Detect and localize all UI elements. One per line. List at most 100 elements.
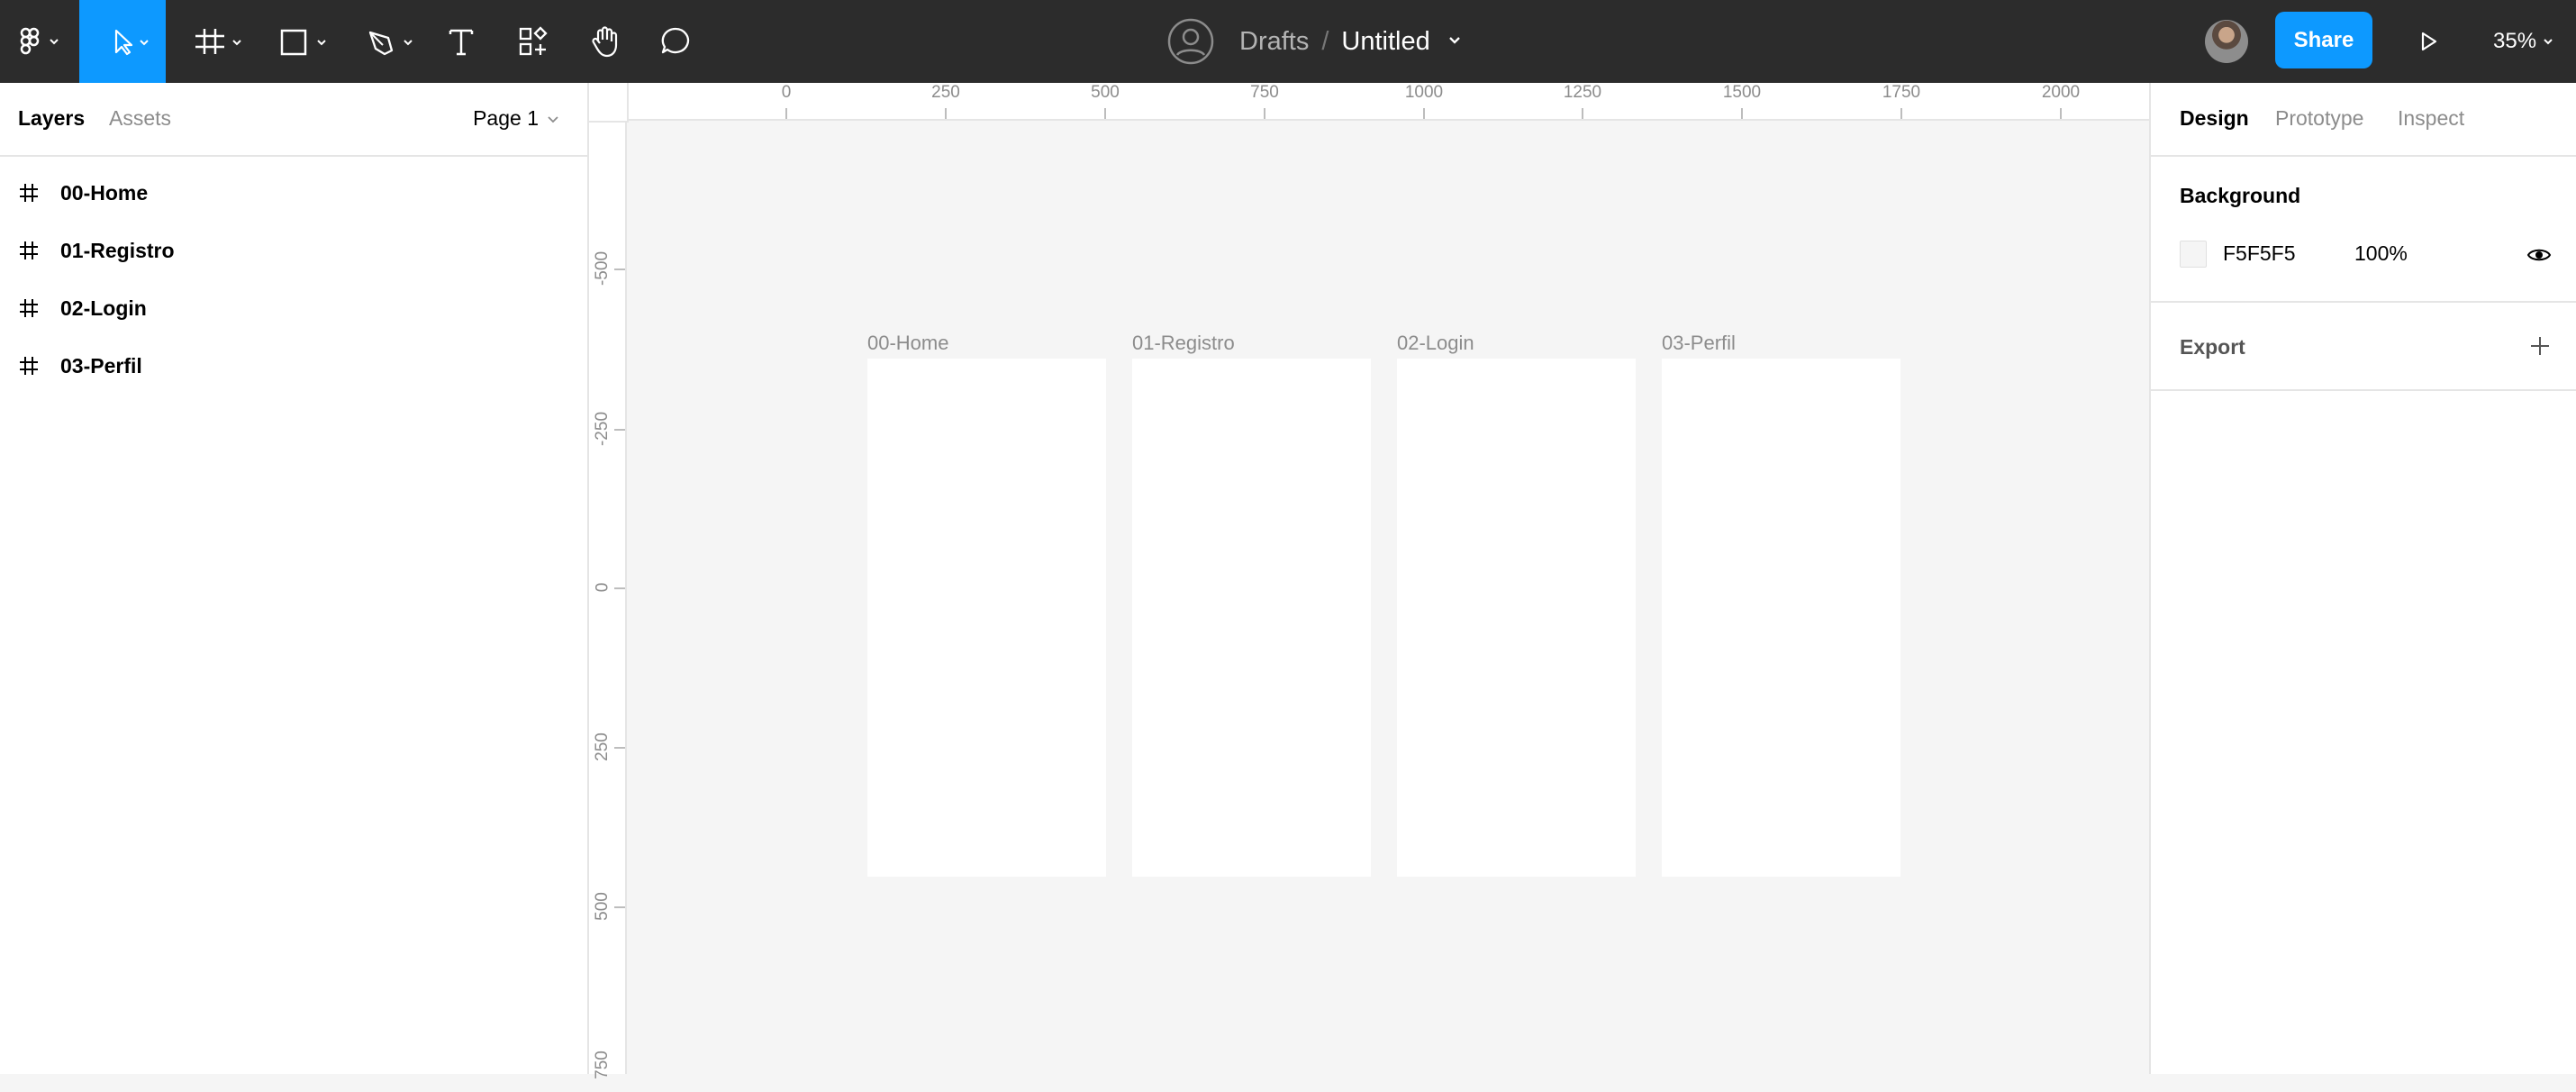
ruler-label: 750 <box>589 1038 616 1092</box>
chevron-down-icon[interactable] <box>1430 31 1466 52</box>
frame-layer-icon <box>20 241 38 259</box>
ruler-label-text: 500 <box>593 892 612 921</box>
tab-layers[interactable]: Layers <box>18 106 85 131</box>
background-section: Background F5F5F5 100% <box>2151 157 2576 303</box>
horizontal-ruler: 0 250 500 750 1000 1250 1500 1750 2000 <box>627 83 2149 121</box>
layers-panel-header: Layers Assets Page 1 <box>0 83 587 157</box>
background-hex-input[interactable]: F5F5F5 <box>2223 241 2296 266</box>
comment-bubble-icon <box>661 27 690 54</box>
tab-design[interactable]: Design <box>2180 106 2249 131</box>
frame-02-login[interactable] <box>1397 359 1636 877</box>
drafts-link[interactable]: Drafts <box>1239 27 1309 57</box>
ruler-label: 250 <box>589 720 616 774</box>
export-section: Export <box>2151 303 2576 391</box>
frame-label[interactable]: 02-Login <box>1397 332 1474 355</box>
figma-logo-icon <box>20 27 59 55</box>
frame-tool-button[interactable] <box>180 0 252 83</box>
ruler-tick <box>1900 108 1902 119</box>
canvas[interactable]: 0 250 500 750 1000 1250 1500 1750 2000 -… <box>589 83 2149 1079</box>
tab-prototype[interactable]: Prototype <box>2275 106 2363 131</box>
frame-label[interactable]: 00-Home <box>867 332 948 355</box>
play-icon <box>2421 32 2437 51</box>
file-breadcrumb: Drafts / Untitled <box>1167 0 1466 83</box>
zoom-dropdown[interactable]: 35% <box>2493 0 2558 83</box>
ruler-tick <box>785 108 787 119</box>
hand-icon <box>592 26 618 58</box>
ruler-label: 0 <box>589 560 616 614</box>
background-opacity-input[interactable]: 100% <box>2354 241 2408 266</box>
ruler-label-text: 0 <box>592 582 612 593</box>
cursor-arrow-icon <box>114 29 149 56</box>
ruler-label: 500 <box>1091 83 1120 102</box>
ruler-tick <box>1423 108 1425 119</box>
layer-row[interactable]: 02-Login <box>0 279 585 337</box>
ruler-tick <box>614 747 625 749</box>
ruler-tick <box>614 429 625 431</box>
ruler-label: 1500 <box>1722 83 1762 102</box>
tab-inspect[interactable]: Inspect <box>2398 106 2464 131</box>
ruler-label-text: 750 <box>593 1051 612 1079</box>
properties-tabs: Design Prototype Inspect <box>2151 83 2576 157</box>
ruler-tick <box>1104 108 1106 119</box>
ruler-tick <box>1741 108 1743 119</box>
pen-tool-button[interactable] <box>353 0 425 83</box>
text-tool-button[interactable] <box>436 0 486 83</box>
background-color-swatch[interactable] <box>2180 241 2207 268</box>
resources-components-icon <box>519 26 548 56</box>
ruler-label: 2000 <box>2041 83 2081 102</box>
page-label: Page 1 <box>473 106 539 130</box>
main-menu-button[interactable] <box>0 0 72 83</box>
ruler-tick <box>945 108 947 119</box>
rectangle-icon <box>280 29 326 56</box>
layer-row[interactable]: 00-Home <box>0 164 585 222</box>
ruler-label: 1000 <box>1404 83 1444 102</box>
present-button[interactable] <box>2403 0 2454 83</box>
ruler-label-text: -500 <box>593 250 612 287</box>
ruler-tick <box>614 268 625 270</box>
share-button[interactable]: Share <box>2275 12 2372 68</box>
ruler-tick <box>1582 108 1583 119</box>
ruler-label: 250 <box>931 83 960 102</box>
ruler-label-text: 250 <box>593 733 612 761</box>
chevron-down-icon <box>2544 39 2553 45</box>
layers-panel: Layers Assets Page 1 00-Home 01-Registro… <box>0 83 589 1074</box>
frame-00-home[interactable] <box>867 359 1106 877</box>
frame-01-registro[interactable] <box>1132 359 1371 877</box>
tab-assets[interactable]: Assets <box>109 106 171 131</box>
page-selector[interactable]: Page 1 <box>473 106 560 131</box>
comment-tool-button[interactable] <box>650 0 701 83</box>
breadcrumb-separator: / <box>1321 26 1329 56</box>
ruler-label: -500 <box>589 241 616 296</box>
hand-tool-button[interactable] <box>580 0 630 83</box>
chevron-down-icon <box>548 115 558 123</box>
resources-tool-button[interactable] <box>508 0 558 83</box>
move-tool-button[interactable] <box>79 0 166 83</box>
frame-layer-icon <box>20 299 38 317</box>
frame-03-perfil[interactable] <box>1662 359 1900 877</box>
pen-icon <box>368 31 413 56</box>
layer-name: 02-Login <box>60 296 147 320</box>
layer-row[interactable]: 03-Perfil <box>0 337 585 395</box>
frame-layer-icon <box>20 184 38 202</box>
user-avatar[interactable] <box>2205 20 2248 63</box>
ruler-label: 1750 <box>1882 83 1921 102</box>
shape-tool-button[interactable] <box>267 0 339 83</box>
eye-icon[interactable] <box>2526 241 2553 268</box>
frame-hash-icon <box>195 29 241 54</box>
frame-label[interactable]: 01-Registro <box>1132 332 1235 355</box>
toolbar: Drafts / Untitled Share 35% <box>0 0 2576 83</box>
properties-panel: Design Prototype Inspect Background F5F5… <box>2149 83 2576 1074</box>
ruler-label: 0 <box>781 83 792 102</box>
layer-row[interactable]: 01-Registro <box>0 222 585 279</box>
layer-name: 01-Registro <box>60 238 175 262</box>
file-name[interactable]: Untitled <box>1341 27 1429 57</box>
section-title: Background <box>2180 184 2301 207</box>
layer-name: 03-Perfil <box>60 353 142 378</box>
ruler-tick <box>614 587 625 589</box>
zoom-level: 35% <box>2493 29 2537 53</box>
frame-label[interactable]: 03-Perfil <box>1662 332 1736 355</box>
add-export-icon[interactable] <box>2527 333 2553 359</box>
vertical-ruler: -500 -250 0 250 500 750 <box>589 83 627 1079</box>
ruler-corner <box>589 83 629 123</box>
team-avatar-icon <box>1167 18 1214 65</box>
